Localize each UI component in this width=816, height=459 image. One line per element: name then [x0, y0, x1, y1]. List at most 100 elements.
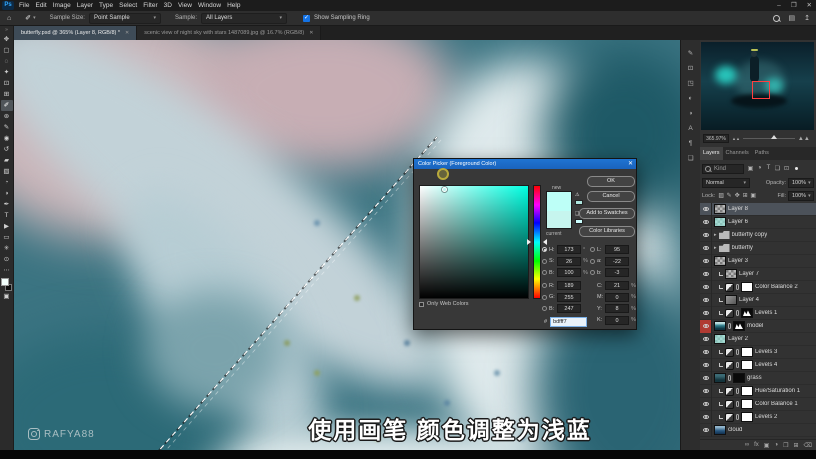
- layer-thumbnail[interactable]: [714, 256, 726, 266]
- value-radio[interactable]: [542, 247, 547, 252]
- value-radio[interactable]: [542, 258, 547, 264]
- lock-artboard-icon[interactable]: ⊞: [741, 192, 749, 199]
- add-mask-icon[interactable]: ▣: [764, 442, 770, 449]
- value-input[interactable]: 173: [557, 245, 581, 254]
- visibility-eye-icon[interactable]: [700, 306, 712, 320]
- navigator-preview[interactable]: [701, 42, 814, 130]
- layer-thumbnail[interactable]: [725, 269, 737, 279]
- value-input[interactable]: -3: [605, 268, 629, 277]
- layer-row[interactable]: Color Balance 2: [700, 280, 816, 294]
- filter-smart-icon[interactable]: ⊡: [782, 165, 791, 172]
- color-swatches-control[interactable]: [0, 278, 13, 291]
- value-radio[interactable]: [542, 283, 547, 288]
- quick-mask-icon[interactable]: ▣: [1, 291, 13, 302]
- ok-button[interactable]: OK: [587, 176, 635, 187]
- layer-mask-thumbnail[interactable]: [741, 399, 753, 409]
- new-group-icon[interactable]: ❐: [783, 442, 788, 449]
- visibility-eye-icon[interactable]: [700, 371, 712, 385]
- visibility-eye-icon[interactable]: [700, 228, 712, 242]
- eyedropper-tool-icon[interactable]: ✐: [0, 100, 13, 111]
- color-field-marker[interactable]: [442, 187, 447, 192]
- value-radio[interactable]: [542, 270, 547, 275]
- layer-row[interactable]: Levels 2: [700, 410, 816, 424]
- character-panel-icon[interactable]: A: [684, 124, 698, 134]
- layer-row[interactable]: Levels 1: [700, 306, 816, 320]
- navigator-zoom-value[interactable]: 365.97%: [703, 134, 729, 143]
- zoom-in-mountain-icon[interactable]: ▲▲: [798, 136, 810, 142]
- tab-close-icon[interactable]: ✕: [309, 30, 313, 36]
- marquee-tool-icon[interactable]: ▢: [1, 45, 13, 56]
- layer-mask-thumbnail[interactable]: [741, 412, 753, 422]
- layer-row[interactable]: Layer 7: [700, 267, 816, 281]
- menu-layer[interactable]: Layer: [77, 2, 93, 9]
- visibility-eye-icon[interactable]: [700, 332, 712, 346]
- panel-tab-paths[interactable]: Paths: [752, 147, 772, 160]
- layer-thumbnail[interactable]: [714, 217, 726, 227]
- hue-slider-thumb-left[interactable]: [527, 239, 531, 245]
- cancel-button[interactable]: Cancel: [587, 191, 635, 202]
- layer-thumbnail[interactable]: [714, 321, 726, 331]
- delete-layer-icon[interactable]: ⌫: [804, 442, 812, 449]
- dialog-title[interactable]: Color Picker (Foreground Color): [414, 159, 636, 169]
- workspace-icon[interactable]: ▤: [789, 14, 796, 22]
- layer-thumbnail[interactable]: [714, 373, 726, 383]
- filter-group-icon[interactable]: ❏: [773, 165, 782, 172]
- layer-mask-thumbnail[interactable]: [741, 386, 753, 396]
- link-layers-icon[interactable]: ∞: [745, 442, 749, 448]
- gradient-tool-icon[interactable]: ▧: [1, 166, 13, 177]
- crop-tool-icon[interactable]: ⊡: [1, 78, 13, 89]
- visibility-eye-icon[interactable]: [700, 241, 712, 255]
- layer-row[interactable]: ▸ butterfly copy: [700, 228, 816, 242]
- visibility-eye-icon[interactable]: [700, 280, 712, 294]
- adjustment-icon[interactable]: [725, 399, 734, 409]
- value-input[interactable]: 21: [605, 281, 629, 290]
- blur-tool-icon[interactable]: ◔: [1, 177, 13, 188]
- layer-row[interactable]: Layer 4: [700, 293, 816, 307]
- value-input[interactable]: 247: [557, 304, 581, 313]
- visibility-eye-icon[interactable]: [700, 397, 712, 411]
- filter-adjustment-icon[interactable]: ◑: [755, 165, 764, 172]
- menu-select[interactable]: Select: [119, 2, 137, 9]
- menu-image[interactable]: Image: [53, 2, 71, 9]
- layer-row[interactable]: Levels 3: [700, 345, 816, 359]
- tab-close-icon[interactable]: ✕: [125, 30, 129, 36]
- value-radio[interactable]: [590, 247, 595, 252]
- fill-dropdown[interactable]: 100% ▾: [788, 190, 814, 201]
- paragraph-panel-icon[interactable]: ¶: [684, 139, 698, 149]
- filter-type-icon[interactable]: T: [764, 165, 773, 172]
- styles-panel-icon[interactable]: ◑: [684, 109, 698, 119]
- toolbar-collapse-icon[interactable]: »: [5, 26, 8, 34]
- blend-mode-dropdown[interactable]: Normal ▾: [702, 177, 750, 188]
- lasso-tool-icon[interactable]: ◌: [1, 56, 13, 67]
- visibility-eye-icon[interactable]: [700, 267, 712, 281]
- layer-thumbnail[interactable]: [714, 425, 726, 435]
- visibility-eye-icon[interactable]: [700, 384, 712, 398]
- frame-tool-icon[interactable]: ⊞: [1, 89, 13, 100]
- menu-type[interactable]: Type: [99, 2, 113, 9]
- filter-toggle-icon[interactable]: [795, 167, 798, 170]
- group-expand-icon[interactable]: ▸: [714, 232, 717, 238]
- layer-thumbnail[interactable]: [714, 204, 726, 214]
- adjustment-icon[interactable]: [725, 308, 734, 318]
- value-radio[interactable]: [590, 270, 595, 275]
- visibility-eye-icon[interactable]: [700, 319, 712, 333]
- dodge-tool-icon[interactable]: ◑: [1, 188, 13, 199]
- layer-mask-thumbnail[interactable]: [733, 321, 745, 331]
- healing-tool-icon[interactable]: ⊛: [1, 111, 13, 122]
- layer-row[interactable]: grass: [700, 371, 816, 385]
- document-tab[interactable]: butterfly.psd @ 365% (Layer 8, RGB/8) * ✕: [14, 26, 138, 40]
- layer-row[interactable]: cloud: [700, 423, 816, 437]
- adjustment-icon[interactable]: [725, 360, 734, 370]
- hand-tool-icon[interactable]: ✳: [1, 243, 13, 254]
- clone-source-panel-icon[interactable]: ⊡: [684, 64, 698, 74]
- panel-tab-layers[interactable]: Layers: [700, 147, 723, 160]
- menu-file[interactable]: File: [19, 2, 29, 9]
- filter-pixel-icon[interactable]: ▣: [746, 165, 755, 172]
- layer-mask-thumbnail[interactable]: [741, 308, 753, 318]
- panel-tab-channels[interactable]: Channels: [723, 147, 752, 160]
- toolbar-ellipsis-icon[interactable]: ⋯: [1, 265, 13, 276]
- minimize-button-icon[interactable]: –: [777, 0, 781, 11]
- adjustment-icon[interactable]: [725, 386, 734, 396]
- value-input[interactable]: 100: [557, 268, 581, 277]
- shape-tool-icon[interactable]: ▭: [1, 232, 13, 243]
